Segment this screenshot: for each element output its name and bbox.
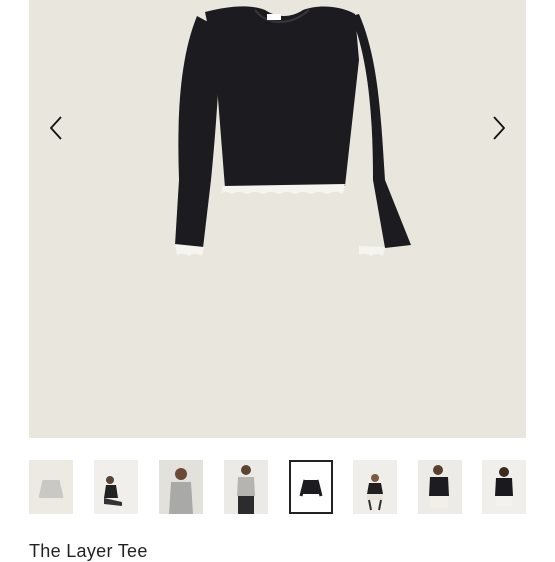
thumbnail-4[interactable] [224, 460, 268, 514]
thumbnail-image [159, 460, 203, 514]
thumbnail-3[interactable] [159, 460, 203, 514]
thumbnail-8[interactable] [482, 460, 526, 514]
thumbnail-image [291, 462, 331, 512]
product-image-gallery [29, 0, 526, 438]
product-title: The Layer Tee [29, 541, 148, 561]
chevron-right-icon [493, 116, 506, 140]
thumbnail-image [29, 460, 73, 514]
thumbnail-2[interactable] [94, 460, 138, 514]
thumbnail-1[interactable] [29, 460, 73, 514]
previous-image-button[interactable] [41, 112, 71, 144]
thumbnail-image [94, 460, 138, 514]
thumbnail-image [224, 460, 268, 514]
thumbnail-7[interactable] [418, 460, 462, 514]
thumbnail-image [418, 460, 462, 514]
thumbnail-image [353, 460, 397, 514]
thumbnail-strip [29, 460, 526, 516]
next-image-button[interactable] [484, 112, 514, 144]
thumbnail-6[interactable] [353, 460, 397, 514]
thumbnail-image [482, 460, 526, 514]
chevron-left-icon [49, 116, 62, 140]
thumbnail-5[interactable] [289, 460, 333, 514]
product-main-image [175, 6, 411, 256]
